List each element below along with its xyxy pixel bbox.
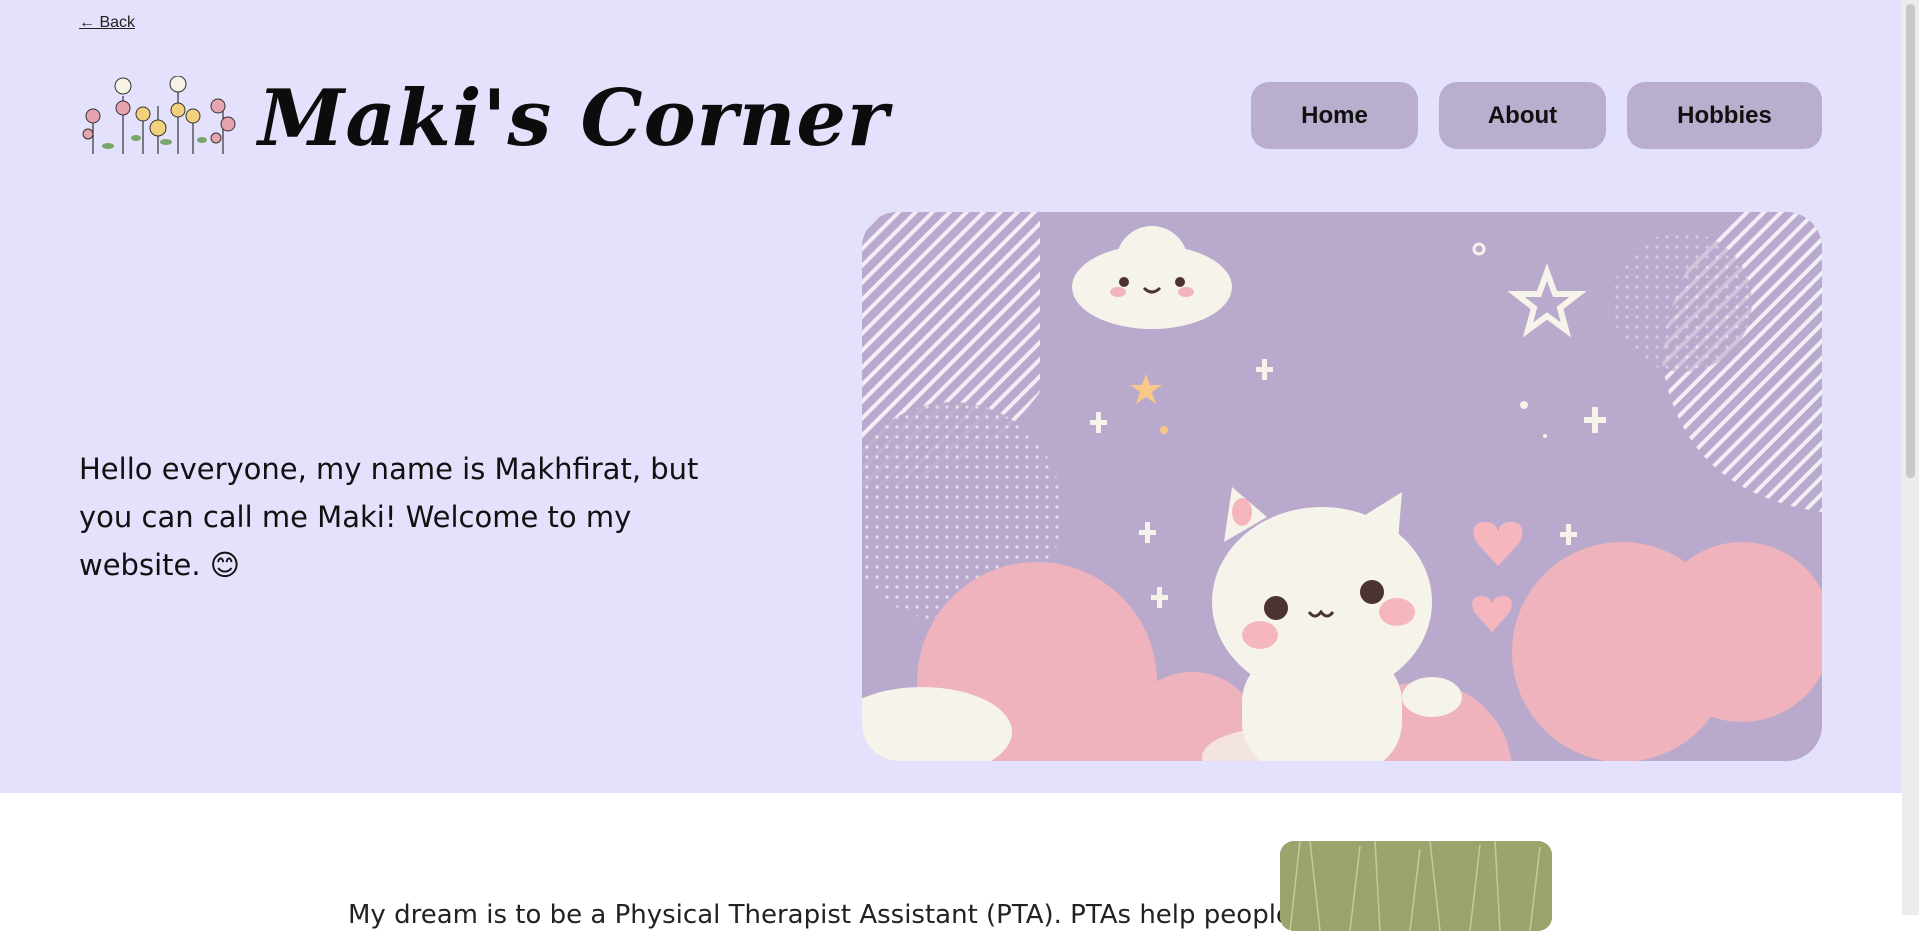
nav-hobbies-button[interactable]: Hobbies — [1627, 82, 1822, 149]
scrollbar-thumb[interactable] — [1906, 4, 1915, 478]
nav-home-button[interactable]: Home — [1251, 82, 1418, 149]
hero-illustration — [862, 212, 1822, 761]
intro-text: Hello everyone, my name is Makhfirat, bu… — [79, 452, 699, 582]
hero-section: ← Back Maki's Corner Home About Hobbies … — [0, 0, 1902, 793]
section-paragraph: My dream is to be a Physical Therapist A… — [348, 900, 1327, 930]
flowers-logo-icon — [82, 76, 236, 154]
section-photo — [1280, 841, 1552, 931]
site-title: Maki's Corner — [258, 73, 890, 164]
back-link[interactable]: ← Back — [79, 14, 135, 32]
page-scrollbar[interactable] — [1902, 0, 1919, 915]
nav-about-button[interactable]: About — [1439, 82, 1606, 149]
